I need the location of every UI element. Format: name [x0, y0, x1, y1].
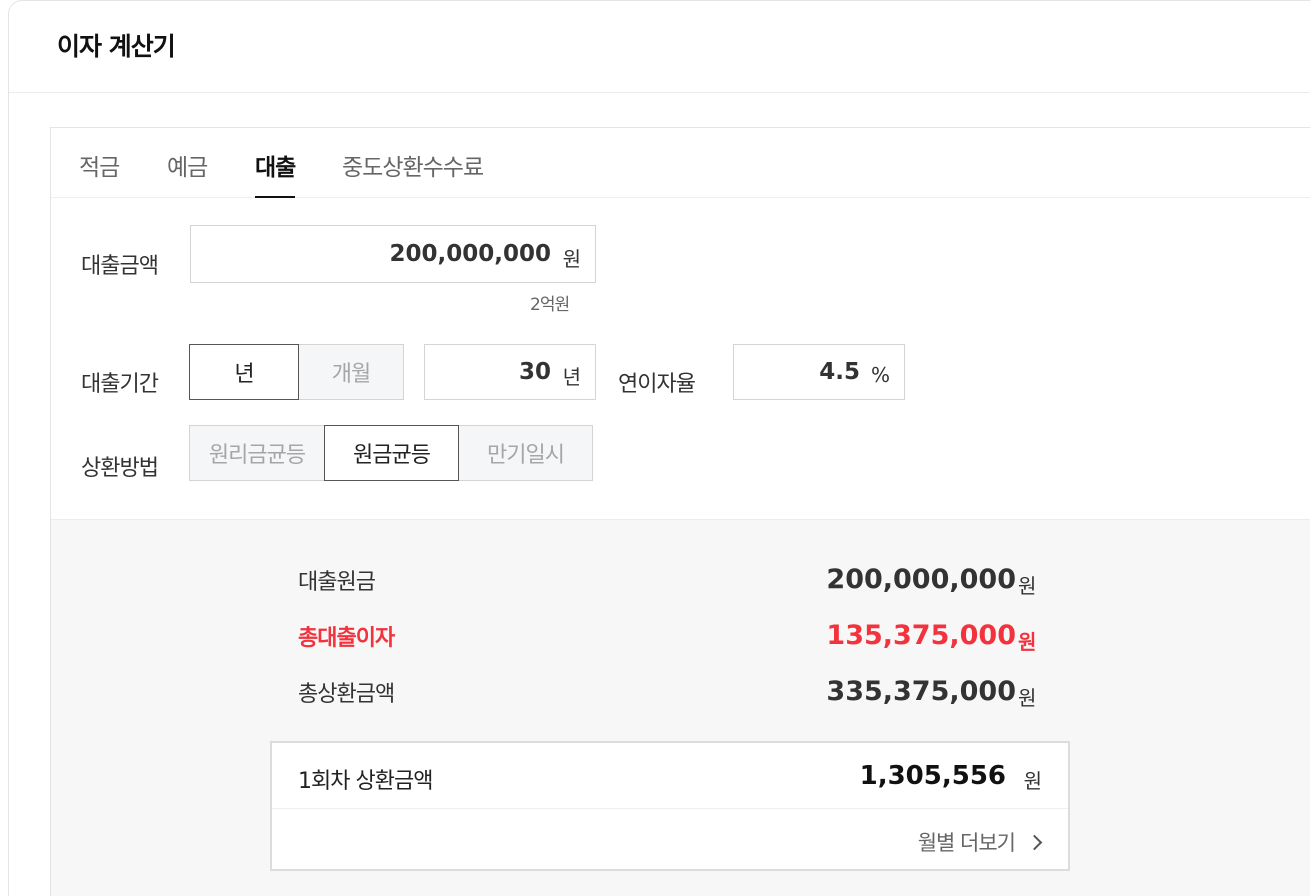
first-payment-value: 1,305,556 — [859, 761, 1006, 791]
principal-unit: 원 — [1018, 574, 1037, 598]
tab-deposit[interactable]: 예금 — [167, 148, 208, 198]
period-unit-year-option[interactable]: 년 — [189, 344, 299, 400]
loan-amount-value: 200,000,000 — [389, 241, 551, 267]
page-title: 이자 계산기 — [57, 32, 176, 61]
first-payment-unit: 원 — [1023, 769, 1042, 793]
total-interest-unit: 원 — [1018, 630, 1037, 654]
principal-label: 대출원금 — [298, 570, 376, 595]
first-payment-row: 1회차 상환금액 1,305,556 원 — [272, 743, 1068, 809]
monthly-more-label: 월별 더보기 — [917, 831, 1016, 855]
repayment-equal-principal-option[interactable]: 원금균등 — [324, 425, 459, 481]
first-payment-label: 1회차 상환금액 — [298, 769, 433, 794]
loan-amount-hint: 2억원 — [530, 295, 570, 315]
total-repayment-unit: 원 — [1018, 686, 1037, 710]
repayment-method-label: 상환방법 — [81, 456, 159, 481]
result-section: 대출원금 200,000,000 원 총대출이자 135,375,000 원 총… — [51, 519, 1310, 896]
principal-value: 200,000,000 — [826, 564, 1016, 595]
loan-period-value: 30 — [518, 359, 551, 385]
tab-prepayment-fee[interactable]: 중도상환수수료 — [342, 148, 484, 198]
loan-period-label: 대출기간 — [81, 372, 159, 397]
total-interest-label: 총대출이자 — [298, 626, 395, 651]
loan-amount-input[interactable]: 200,000,000 원 — [190, 225, 596, 283]
repayment-equal-installment-option[interactable]: 원리금균등 — [189, 425, 325, 481]
repayment-bullet-option[interactable]: 만기일시 — [458, 425, 593, 481]
monthly-more-link[interactable]: 월별 더보기 — [917, 827, 1043, 857]
loan-amount-label: 대출금액 — [81, 254, 159, 279]
interest-rate-label: 연이자율 — [618, 372, 696, 397]
loan-period-input[interactable]: 30 년 — [424, 344, 596, 400]
interest-rate-unit: % — [870, 363, 890, 387]
calculator-panel: 적금 예금 대출 중도상환수수료 대출금액 200,000,000 원 2억원 … — [50, 127, 1310, 896]
first-payment-box: 1회차 상환금액 1,305,556 원 월별 더보기 — [270, 741, 1070, 871]
interest-rate-value: 4.5 — [819, 359, 860, 385]
period-unit-month-option[interactable]: 개월 — [298, 344, 404, 400]
calculator-tabs: 적금 예금 대출 중도상환수수료 — [51, 128, 1310, 198]
loan-amount-unit: 원 — [562, 246, 581, 271]
tab-savings[interactable]: 적금 — [79, 148, 120, 198]
interest-rate-input[interactable]: 4.5 % — [733, 344, 905, 400]
total-repayment-label: 총상환금액 — [298, 682, 395, 707]
total-repayment-value: 335,375,000 — [826, 676, 1016, 707]
tab-loan[interactable]: 대출 — [255, 148, 296, 198]
loan-period-unit: 년 — [562, 364, 581, 389]
chevron-right-icon — [1026, 834, 1043, 850]
total-interest-value: 135,375,000 — [826, 620, 1016, 651]
title-divider — [9, 92, 1310, 93]
